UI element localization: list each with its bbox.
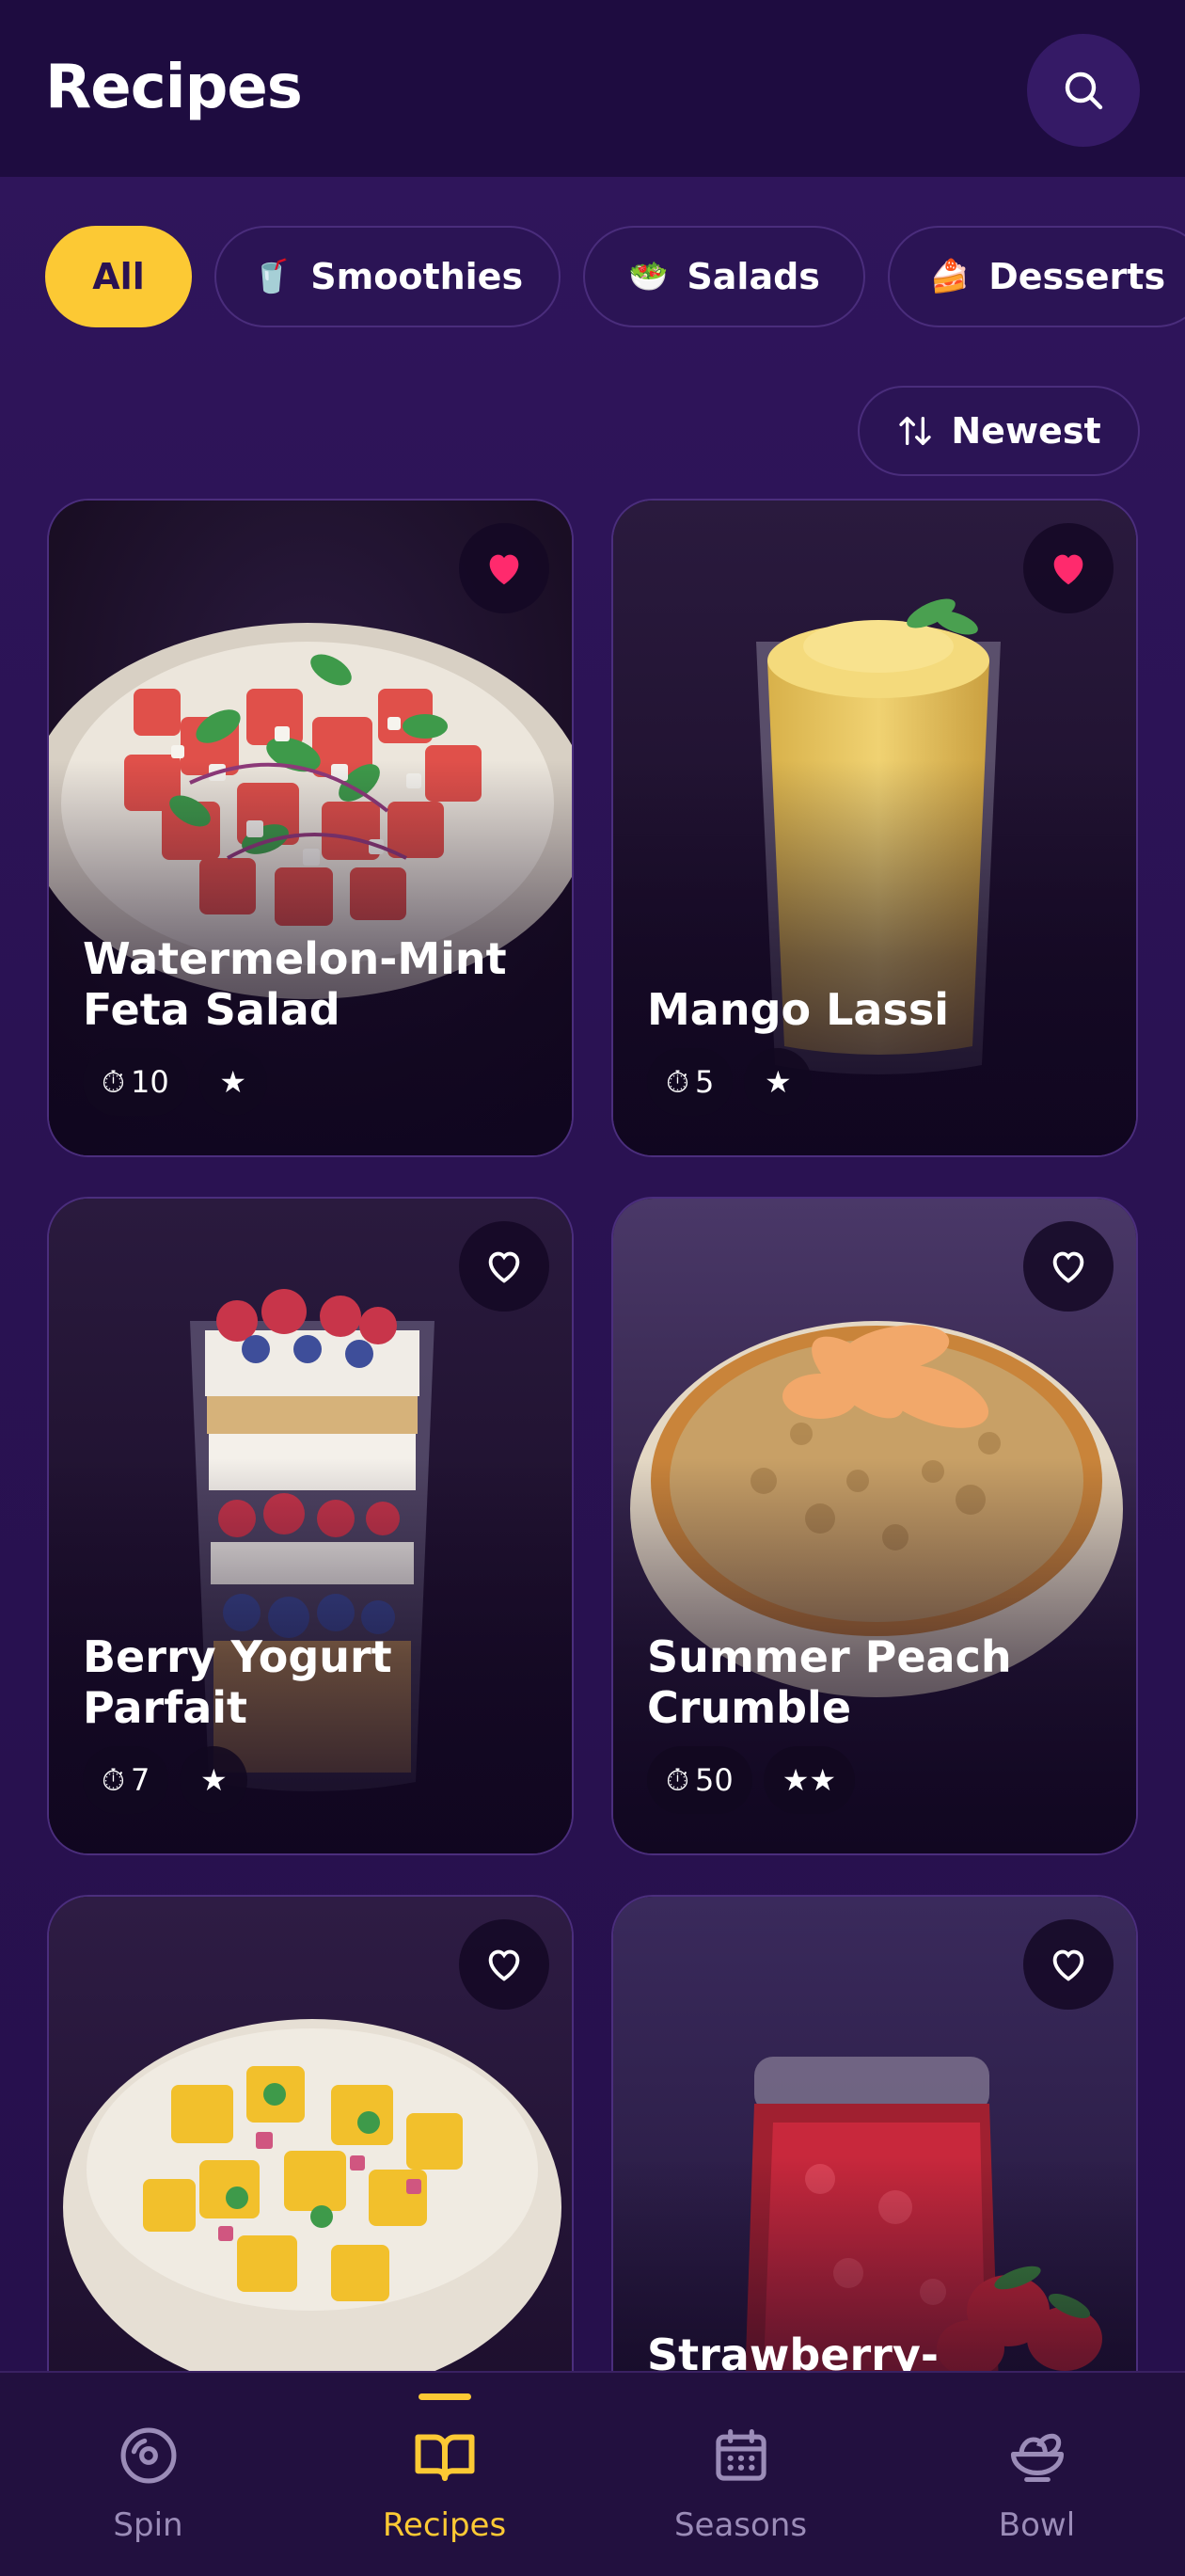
rating-badge: ★ bbox=[198, 1048, 267, 1116]
timer-icon: ⏱ bbox=[666, 1761, 689, 1798]
rating-badge: ★ bbox=[180, 1746, 248, 1814]
prep-time: 10 bbox=[130, 1064, 169, 1100]
rating-badge: ★ bbox=[744, 1048, 813, 1116]
recipe-title: Watermelon-Mint Feta Salad bbox=[83, 933, 507, 1035]
timer-icon: ⏱ bbox=[102, 1761, 125, 1798]
recipe-card[interactable]: Strawberry- bbox=[611, 1895, 1138, 2371]
recipe-meta: ⏱ 10 ★ bbox=[83, 1048, 267, 1116]
timer-icon: ⏱ bbox=[102, 1063, 125, 1100]
nav-label: Spin bbox=[113, 2506, 183, 2544]
recipes-content[interactable]: All 🥤 Smoothies 🥗 Salads 🍰 Desserts Newe… bbox=[0, 177, 1185, 2371]
nav-item-spin[interactable]: Spin bbox=[0, 2373, 296, 2576]
rating-stars: ★ bbox=[219, 1064, 247, 1100]
recipe-title: Mango Lassi bbox=[647, 984, 949, 1035]
heart-filled-icon bbox=[1053, 554, 1083, 585]
spin-disc-icon bbox=[111, 2418, 186, 2493]
rating-stars: ★★ bbox=[782, 1762, 837, 1798]
nav-item-bowl[interactable]: Bowl bbox=[889, 2373, 1185, 2576]
favorite-button[interactable] bbox=[459, 1221, 549, 1312]
book-icon bbox=[407, 2418, 482, 2493]
category-chip-smoothies[interactable]: 🥤 Smoothies bbox=[214, 226, 561, 327]
timer-icon: ⏱ bbox=[666, 1063, 689, 1100]
category-chip-label: Salads bbox=[687, 256, 820, 297]
sort-icon bbox=[899, 417, 932, 445]
recipe-meta: ⏱ 50 ★★ bbox=[647, 1746, 856, 1814]
recipe-title: Berry Yogurt Parfait bbox=[83, 1631, 392, 1733]
favorite-button[interactable] bbox=[1023, 1221, 1114, 1312]
category-chip-all[interactable]: All bbox=[45, 226, 192, 327]
bottom-navigation: Spin Recipes Seasons Bowl bbox=[0, 2371, 1185, 2576]
prep-time-badge: ⏱ 7 bbox=[83, 1746, 169, 1814]
favorite-button[interactable] bbox=[459, 523, 549, 613]
nav-item-recipes[interactable]: Recipes bbox=[296, 2373, 592, 2576]
nav-label: Seasons bbox=[673, 2506, 808, 2544]
category-chip-label: Smoothies bbox=[310, 256, 524, 297]
heart-outline-icon bbox=[1052, 1251, 1084, 1283]
nav-label: Recipes bbox=[382, 2506, 507, 2544]
calendar-icon bbox=[703, 2418, 779, 2493]
recipe-card[interactable]: Berry Yogurt Parfait ⏱ 7 ★ bbox=[47, 1197, 574, 1855]
app-header: Recipes bbox=[0, 0, 1185, 177]
favorite-button[interactable] bbox=[459, 1919, 549, 2010]
cake-icon: 🍰 bbox=[929, 258, 971, 295]
recipe-card[interactable]: Mango Lassi ⏱ 5 ★ bbox=[611, 499, 1138, 1157]
heart-outline-icon bbox=[488, 1251, 520, 1283]
nav-label: Bowl bbox=[998, 2506, 1076, 2544]
prep-time-badge: ⏱ 50 bbox=[647, 1746, 752, 1814]
page-title: Recipes bbox=[45, 53, 303, 122]
category-filter-bar: All 🥤 Smoothies 🥗 Salads 🍰 Desserts bbox=[45, 226, 1185, 329]
search-icon bbox=[1065, 72, 1103, 110]
category-chip-salads[interactable]: 🥗 Salads bbox=[583, 226, 865, 327]
category-chip-label: All bbox=[92, 256, 145, 297]
search-button[interactable] bbox=[1027, 34, 1140, 147]
recipe-card[interactable]: Watermelon-Mint Feta Salad ⏱ 10 ★ bbox=[47, 499, 574, 1157]
favorite-button[interactable] bbox=[1023, 523, 1114, 613]
recipe-title: Summer Peach Crumble bbox=[647, 1631, 1012, 1733]
category-chip-desserts[interactable]: 🍰 Desserts bbox=[888, 226, 1185, 327]
prep-time: 7 bbox=[130, 1762, 150, 1798]
favorite-button[interactable] bbox=[1023, 1919, 1114, 2010]
rating-badge: ★★ bbox=[763, 1746, 856, 1814]
heart-filled-icon bbox=[489, 554, 519, 585]
rating-stars: ★ bbox=[199, 1762, 228, 1798]
sort-button[interactable]: Newest bbox=[858, 386, 1140, 476]
heart-outline-icon bbox=[1052, 1949, 1084, 1981]
recipe-title: Strawberry- bbox=[647, 2330, 939, 2371]
active-tab-indicator bbox=[418, 2393, 471, 2400]
recipe-meta: ⏱ 7 ★ bbox=[83, 1746, 248, 1814]
category-chip-label: Desserts bbox=[988, 256, 1166, 297]
smoothie-icon: 🥤 bbox=[251, 258, 292, 295]
recipe-card[interactable] bbox=[47, 1895, 574, 2371]
prep-time-badge: ⏱ 10 bbox=[83, 1048, 188, 1116]
recipe-meta: ⏱ 5 ★ bbox=[647, 1048, 813, 1116]
prep-time: 50 bbox=[694, 1762, 734, 1798]
rating-stars: ★ bbox=[764, 1064, 792, 1100]
bowl-icon bbox=[1000, 2418, 1075, 2493]
prep-time: 5 bbox=[694, 1064, 715, 1100]
salad-icon: 🥗 bbox=[628, 258, 669, 295]
sort-label: Newest bbox=[951, 410, 1101, 452]
recipe-card[interactable]: Summer Peach Crumble ⏱ 50 ★★ bbox=[611, 1197, 1138, 1855]
prep-time-badge: ⏱ 5 bbox=[647, 1048, 734, 1116]
heart-outline-icon bbox=[488, 1949, 520, 1981]
nav-item-seasons[interactable]: Seasons bbox=[592, 2373, 889, 2576]
